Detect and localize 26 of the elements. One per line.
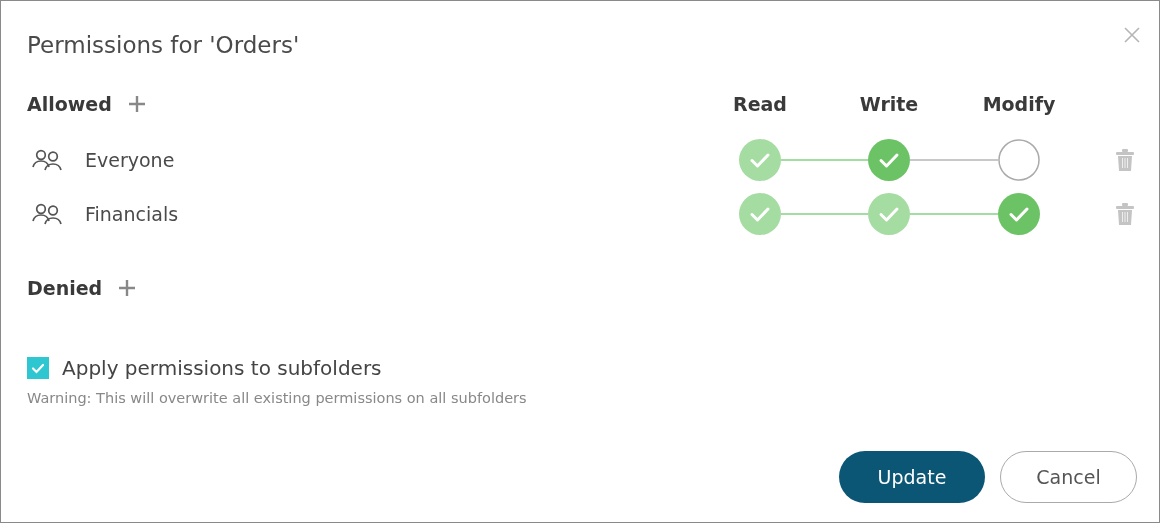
column-header: Modify [982,93,1056,115]
trash-icon[interactable] [1116,203,1134,225]
cancel-button[interactable]: Cancel [1000,451,1137,503]
empty-circle-icon[interactable] [998,139,1040,181]
close-icon[interactable] [1124,27,1140,43]
checkbox-label: Apply permissions to subfolders [62,356,382,380]
section-label: Allowed [27,93,112,115]
check-circle-icon[interactable] [739,193,781,235]
check-circle-icon[interactable] [868,193,910,235]
warning-text: Warning: This will overwrite all existing permissions on all subfolders [27,389,528,408]
add-icon[interactable] [118,279,137,297]
column-header: Read [733,93,787,115]
check-circle-icon[interactable] [998,193,1040,235]
group-icon [31,203,63,225]
check-circle-icon[interactable] [739,139,781,181]
checkbox[interactable] [27,357,49,379]
column-header: Write [859,93,919,115]
update-button[interactable]: Update [839,451,985,503]
group-name: Financials [85,203,179,225]
group-name: Everyone [85,149,175,171]
dialog-title: Permissions for 'Orders' [27,31,300,60]
trash-icon[interactable] [1116,149,1134,171]
check-circle-icon[interactable] [868,139,910,181]
group-icon [31,149,63,171]
section-label: Denied [27,277,103,299]
add-icon[interactable] [127,95,146,113]
